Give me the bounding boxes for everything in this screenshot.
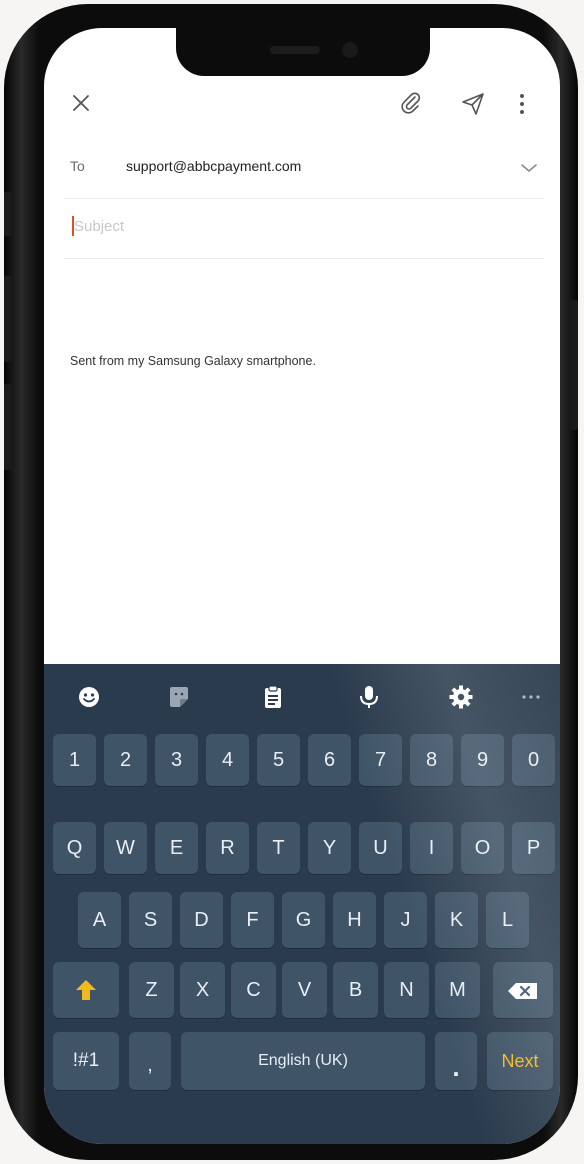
power-button [570,300,578,430]
key[interactable]: G [282,892,325,948]
key[interactable]: Y [308,822,351,874]
clipboard-icon[interactable] [260,684,286,710]
keyboard: 1 2 3 4 5 6 7 8 9 0 Q W E R T Y U I O P … [44,664,560,1144]
key[interactable]: C [231,962,276,1018]
key[interactable]: 7 [359,734,402,786]
backspace-key[interactable] [493,962,553,1018]
key[interactable]: E [155,822,198,874]
key[interactable]: 0 [512,734,555,786]
key[interactable]: W [104,822,147,874]
to-field-row[interactable]: To support@abbcpayment.com [64,142,544,199]
microphone-icon[interactable] [356,684,382,710]
key[interactable]: Z [129,962,174,1018]
key[interactable]: V [282,962,327,1018]
key[interactable]: K [435,892,478,948]
key[interactable]: U [359,822,402,874]
sticker-icon[interactable] [166,684,192,710]
key[interactable]: B [333,962,378,1018]
key[interactable]: 2 [104,734,147,786]
period-key[interactable]: . [435,1032,477,1090]
key[interactable]: 5 [257,734,300,786]
volume-down-button [4,384,12,470]
key[interactable]: N [384,962,429,1018]
gear-icon[interactable] [448,684,474,710]
key[interactable]: 4 [206,734,249,786]
key[interactable]: D [180,892,223,948]
key[interactable]: 6 [308,734,351,786]
space-key[interactable]: English (UK) [181,1032,425,1090]
phone-screen: To support@abbcpayment.com Sent from my … [44,28,560,1144]
send-icon[interactable] [460,92,486,116]
front-camera [342,42,358,58]
recipient-address[interactable]: support@abbcpayment.com [126,158,301,174]
key[interactable]: L [486,892,529,948]
key[interactable]: A [78,892,121,948]
shift-arrow-icon [76,980,96,1000]
key[interactable]: M [435,962,480,1018]
key[interactable]: 3 [155,734,198,786]
key[interactable]: 9 [461,734,504,786]
key[interactable]: T [257,822,300,874]
next-key[interactable]: Next [487,1032,553,1090]
symbols-key[interactable]: !#1 [53,1032,119,1090]
volume-up-button [4,276,12,362]
chevron-down-icon[interactable] [520,162,538,174]
emoji-icon[interactable] [76,684,102,710]
close-icon[interactable] [70,92,92,114]
phone-frame: To support@abbcpayment.com Sent from my … [4,4,578,1160]
speaker [270,46,320,54]
subject-input[interactable] [70,214,374,238]
key[interactable]: R [206,822,249,874]
notch [176,28,430,76]
key[interactable]: Q [53,822,96,874]
key[interactable]: P [512,822,555,874]
backspace-icon [508,983,537,999]
key[interactable]: J [384,892,427,948]
key[interactable]: O [461,822,504,874]
key[interactable]: F [231,892,274,948]
shift-key[interactable] [53,962,119,1018]
key[interactable]: 1 [53,734,96,786]
attach-icon[interactable] [398,90,424,116]
silent-switch [4,192,12,236]
comma-key[interactable]: , [129,1032,171,1090]
key[interactable]: 8 [410,734,453,786]
key[interactable]: H [333,892,376,948]
more-horizontal-icon[interactable] [518,684,544,710]
key[interactable]: X [180,962,225,1018]
key[interactable]: I [410,822,453,874]
subject-field-row[interactable] [64,200,544,259]
key[interactable]: S [129,892,172,948]
to-label: To [70,158,85,174]
email-signature[interactable]: Sent from my Samsung Galaxy smartphone. [70,354,316,368]
more-vertical-icon[interactable] [516,92,528,116]
